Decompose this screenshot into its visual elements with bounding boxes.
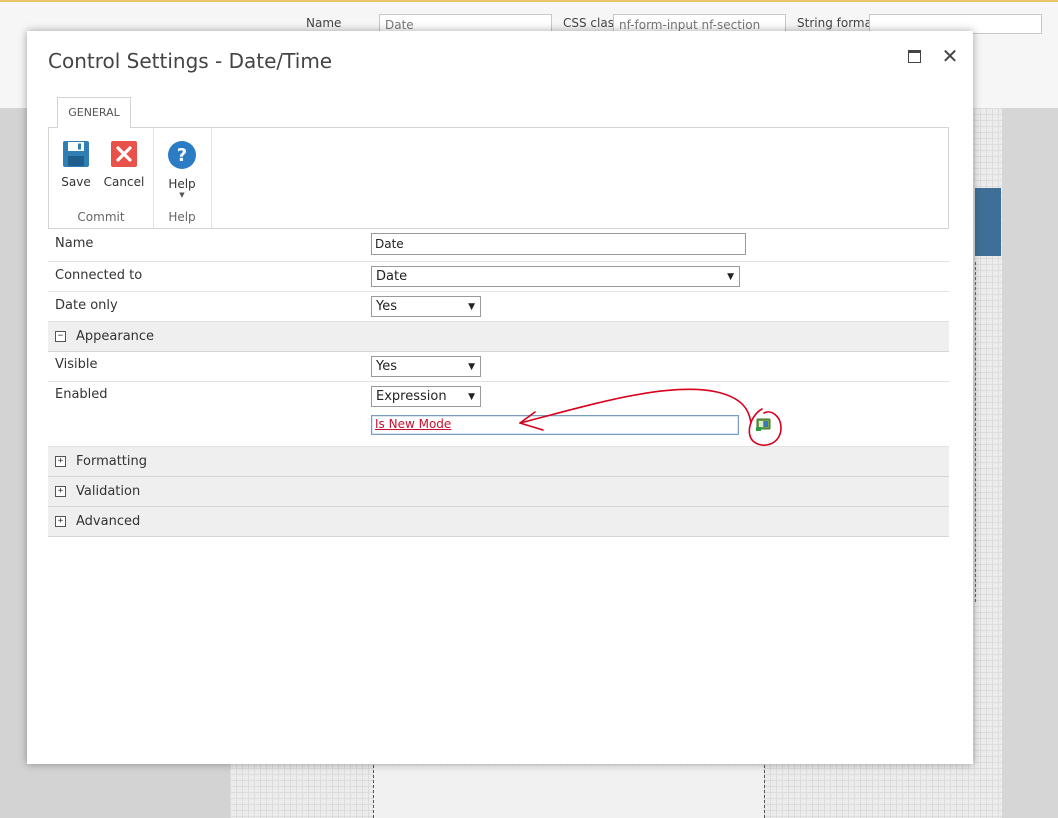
section-formatting[interactable]: + Formatting bbox=[48, 447, 949, 477]
background-guide-line bbox=[373, 765, 374, 818]
expression-builder-icon[interactable] bbox=[755, 416, 773, 432]
dropdown-arrow-icon: ▼ bbox=[468, 392, 475, 402]
cancel-icon bbox=[111, 141, 137, 167]
cancel-button[interactable]: Cancel bbox=[101, 140, 147, 189]
maximize-icon bbox=[907, 49, 921, 63]
bg-string-format-label: String format bbox=[797, 16, 877, 30]
section-advanced[interactable]: + Advanced bbox=[48, 507, 949, 537]
enabled-expression-field[interactable]: Is New Mode bbox=[371, 415, 739, 435]
section-label-validation: Validation bbox=[76, 484, 141, 499]
expand-icon: + bbox=[55, 516, 66, 527]
section-validation[interactable]: + Validation bbox=[48, 477, 949, 507]
save-button-label: Save bbox=[61, 175, 91, 189]
property-label-date-only: Date only bbox=[55, 298, 118, 313]
connected-to-select[interactable]: Date ▼ bbox=[371, 266, 740, 287]
expression-link[interactable]: Is New Mode bbox=[375, 417, 451, 431]
property-row-date-only: Date only Yes ▼ bbox=[48, 292, 949, 322]
visible-value: Yes bbox=[376, 359, 397, 374]
help-button-label: Help bbox=[168, 177, 196, 191]
chevron-down-icon: ▼ bbox=[179, 191, 185, 199]
dropdown-arrow-icon: ▼ bbox=[468, 302, 475, 312]
ribbon-group-label-commit: Commit bbox=[77, 210, 125, 224]
maximize-button[interactable] bbox=[903, 45, 925, 67]
ribbon-group-label-help: Help bbox=[168, 210, 196, 224]
expand-icon: + bbox=[55, 456, 66, 467]
tab-general[interactable]: GENERAL bbox=[57, 97, 131, 128]
connected-to-value: Date bbox=[376, 269, 408, 284]
section-label-appearance: Appearance bbox=[76, 329, 155, 344]
background-column bbox=[374, 765, 764, 818]
section-appearance[interactable]: − Appearance bbox=[48, 322, 949, 352]
date-only-select[interactable]: Yes ▼ bbox=[371, 296, 481, 317]
section-label-advanced: Advanced bbox=[76, 514, 141, 529]
section-label-formatting: Formatting bbox=[76, 454, 148, 469]
save-icon bbox=[63, 141, 89, 167]
property-row-connected-to: Connected to Date ▼ bbox=[48, 262, 949, 292]
ribbon-group-help: ? Help ▼ Help bbox=[153, 128, 212, 228]
property-row-name: Name bbox=[48, 230, 949, 262]
property-label-visible: Visible bbox=[55, 357, 98, 372]
enabled-value: Expression bbox=[376, 389, 447, 404]
save-button[interactable]: Save bbox=[53, 140, 99, 189]
visible-select[interactable]: Yes ▼ bbox=[371, 356, 481, 377]
background-guide-line bbox=[764, 765, 765, 818]
enabled-select[interactable]: Expression ▼ bbox=[371, 386, 481, 407]
ribbon-group-commit: Save Cancel Commit bbox=[49, 128, 154, 228]
date-only-value: Yes bbox=[376, 299, 397, 314]
property-label-name: Name bbox=[55, 236, 94, 251]
ribbon-toolbar: Save Cancel Commit ? Help ▼ Help bbox=[48, 127, 949, 229]
svg-text:?: ? bbox=[177, 145, 187, 166]
help-button[interactable]: ? Help ▼ bbox=[159, 140, 205, 199]
property-row-visible: Visible Yes ▼ bbox=[48, 352, 949, 382]
bg-css-class-label: CSS class bbox=[563, 16, 621, 30]
collapse-icon: − bbox=[55, 331, 66, 342]
background-right-strip bbox=[1002, 108, 1058, 818]
background-panel bbox=[975, 262, 1002, 602]
close-button[interactable]: ✕ bbox=[939, 45, 961, 67]
control-settings-dialog: Control Settings - Date/Time ✕ GENERAL S… bbox=[27, 31, 973, 764]
expand-icon: + bbox=[55, 486, 66, 497]
property-label-enabled: Enabled bbox=[55, 387, 108, 402]
help-icon: ? bbox=[168, 141, 196, 169]
name-input[interactable] bbox=[371, 233, 746, 255]
background-section-header bbox=[975, 188, 1001, 256]
close-icon: ✕ bbox=[941, 44, 959, 68]
dropdown-arrow-icon: ▼ bbox=[468, 362, 475, 372]
property-label-connected-to: Connected to bbox=[55, 268, 143, 283]
dropdown-arrow-icon: ▼ bbox=[727, 272, 734, 282]
bg-name-label: Name bbox=[306, 16, 342, 30]
dialog-title: Control Settings - Date/Time bbox=[48, 49, 333, 73]
cancel-button-label: Cancel bbox=[103, 175, 145, 189]
